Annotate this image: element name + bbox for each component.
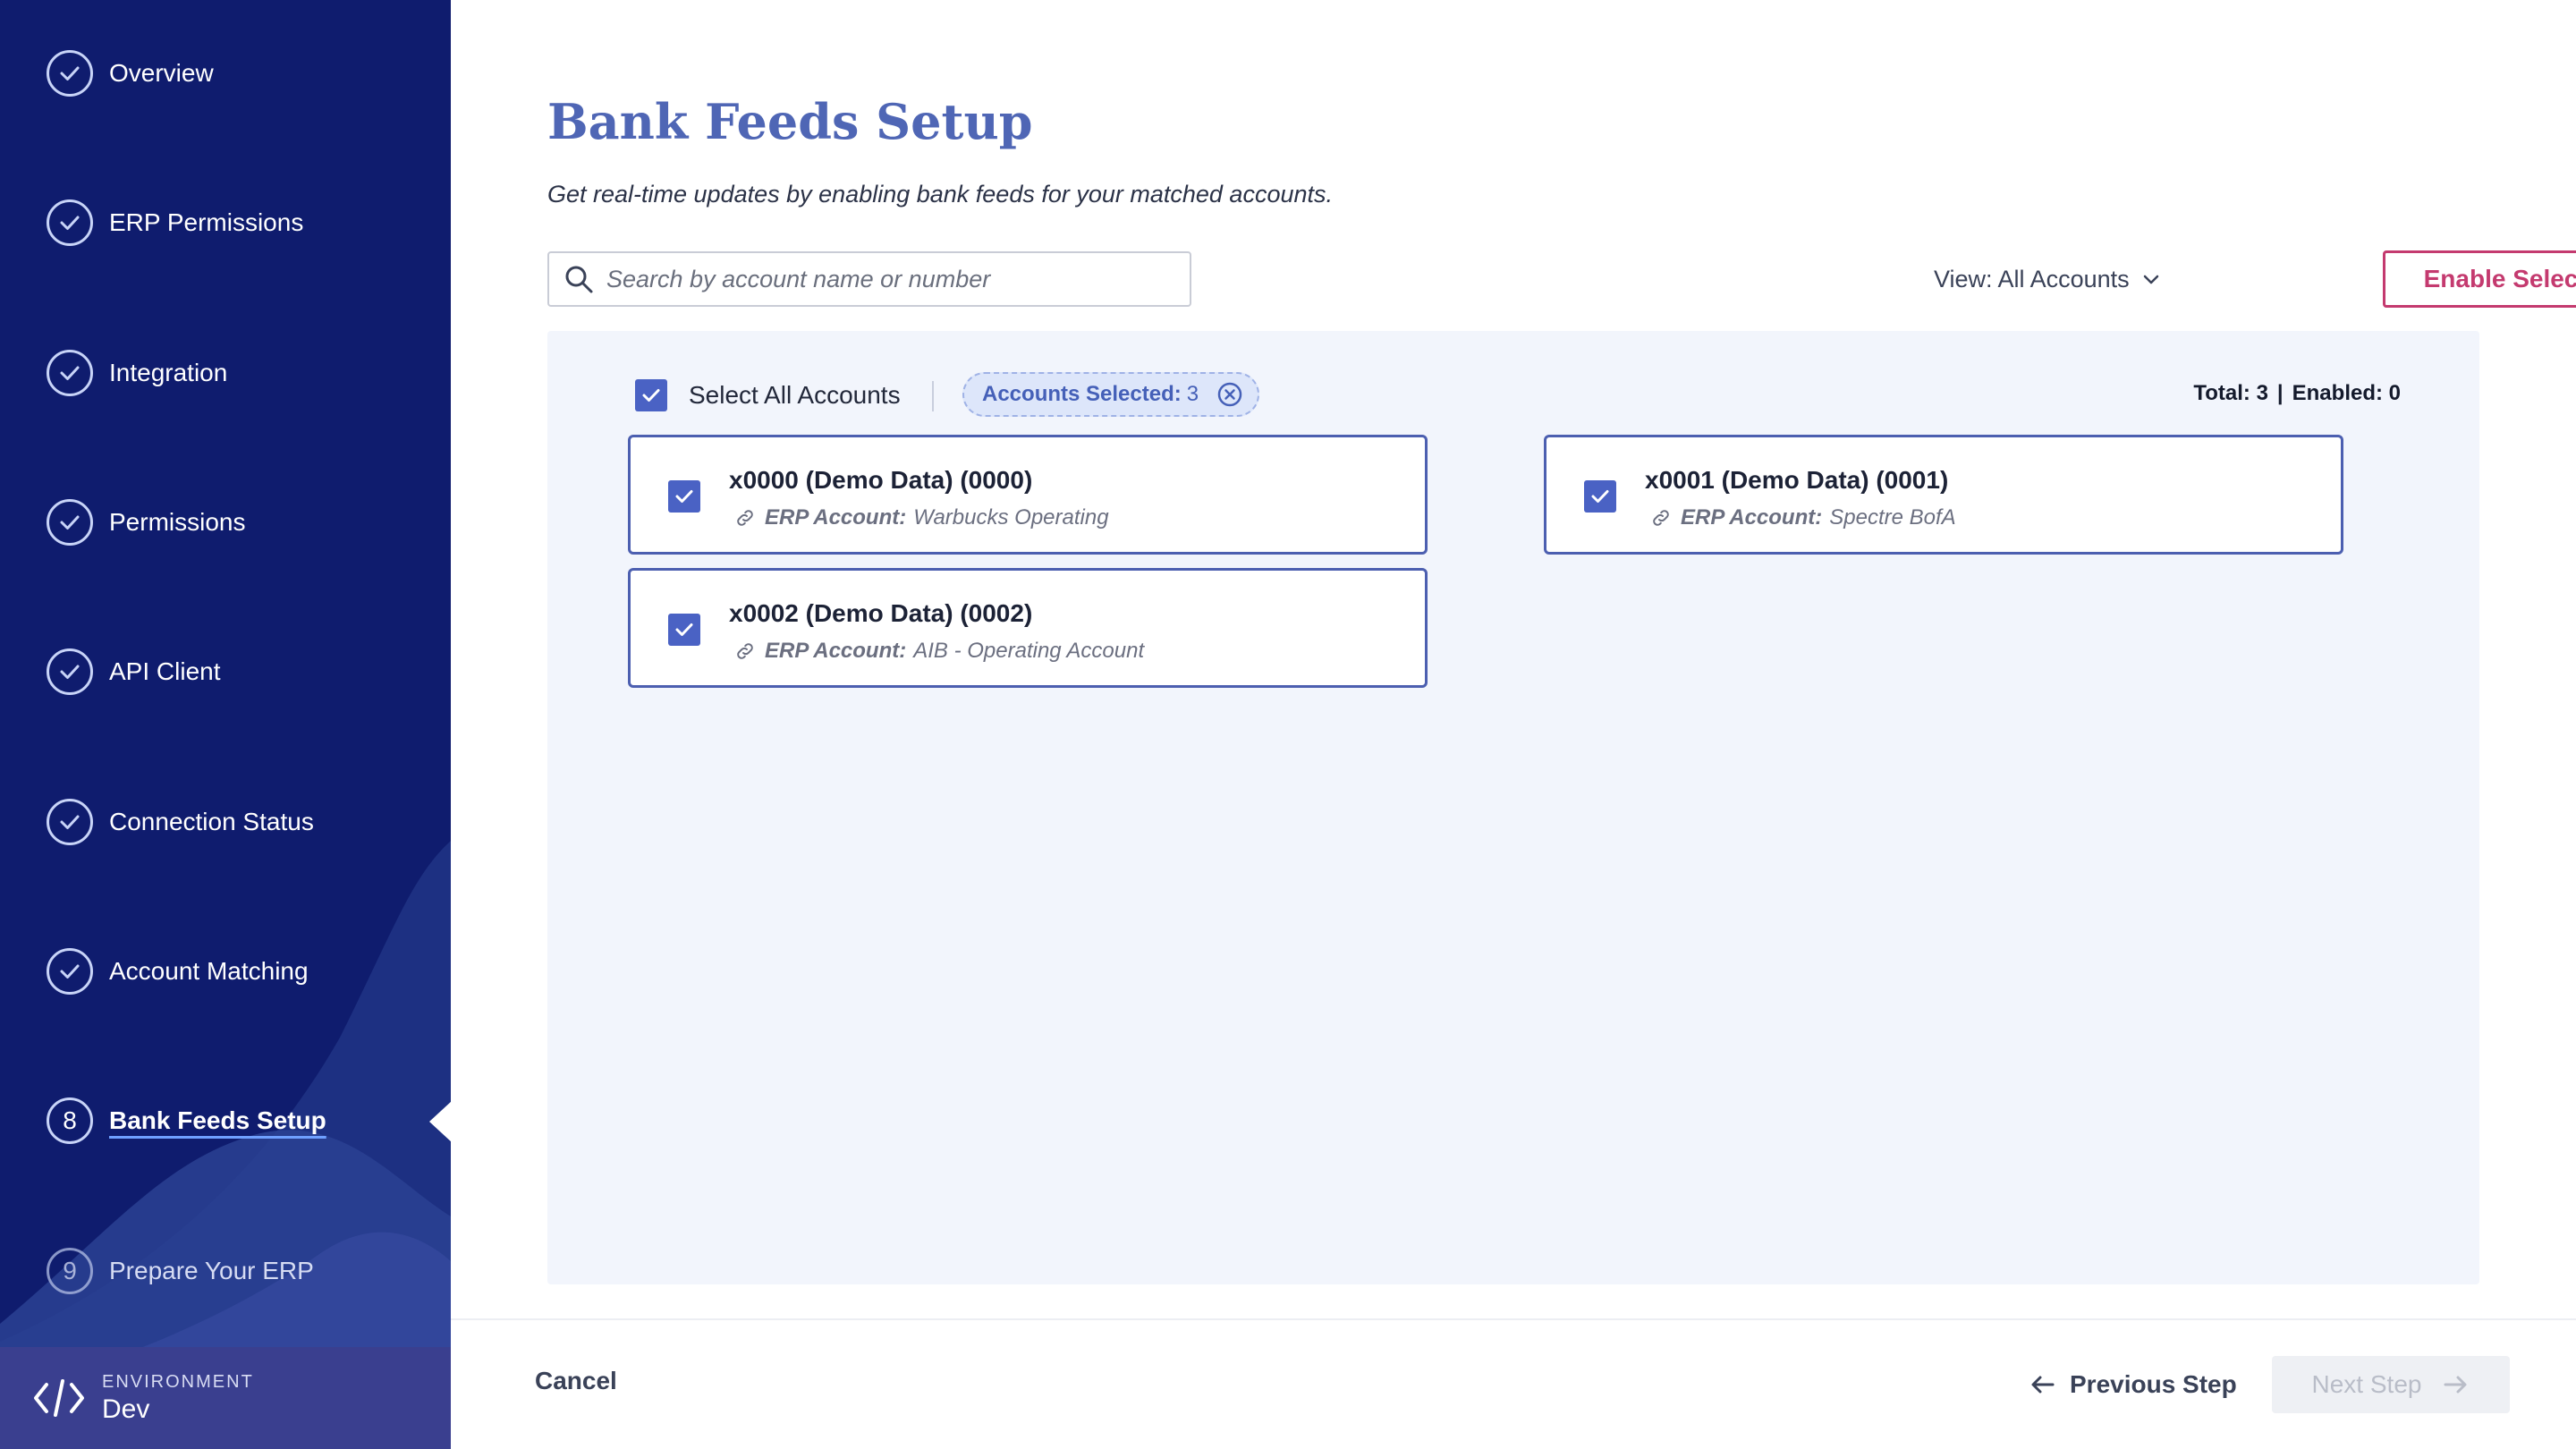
select-all-label: Select All Accounts — [689, 381, 901, 409]
accounts-selected-chip: Accounts Selected: 3 — [962, 372, 1260, 417]
active-step-pointer — [429, 1100, 451, 1143]
sidebar-item-label: Permissions — [109, 508, 246, 536]
check-icon — [47, 350, 93, 396]
erp-account-value: AIB - Operating Account — [913, 639, 1145, 663]
erp-account-line: ERP Account: Spectre BofA — [1650, 505, 1956, 530]
environment-text: ENVIRONMENT Dev — [102, 1372, 254, 1425]
total-count: Total: 3 — [2193, 381, 2268, 405]
account-card[interactable]: x0000 (Demo Data) (0000) ERP Account: Wa… — [628, 435, 1428, 555]
link-icon — [737, 510, 753, 526]
account-name: x0001 (Demo Data) (0001) — [1645, 466, 1949, 494]
select-all-checkbox[interactable]: Select All Accounts — [635, 377, 901, 413]
check-icon — [47, 199, 93, 246]
enabled-count: Enabled: 0 — [2292, 381, 2401, 405]
sidebar-item-label: Prepare Your ERP — [109, 1257, 314, 1284]
search-icon — [565, 266, 593, 293]
environment-caption: ENVIRONMENT — [102, 1371, 254, 1392]
erp-account-key: ERP Account: — [1681, 505, 1823, 530]
step-number-badge: 9 — [47, 1248, 93, 1294]
erp-account-value: Warbucks Operating — [913, 505, 1109, 530]
erp-account-key: ERP Account: — [765, 639, 907, 663]
erp-account-line: ERP Account: Warbucks Operating — [734, 505, 1109, 530]
chevron-down-icon — [2143, 275, 2158, 284]
sidebar-item-integration[interactable]: Integration — [47, 346, 227, 400]
sidebar-item-label: Bank Feeds Setup — [109, 1106, 326, 1134]
clear-selection-icon[interactable] — [1216, 381, 1243, 408]
accounts-panel: Select All Accounts Accounts Selected: 3… — [547, 331, 2479, 1284]
previous-step-button[interactable]: Previous Step — [2029, 1360, 2237, 1410]
environment-value: Dev — [102, 1394, 150, 1424]
erp-account-line: ERP Account: AIB - Operating Account — [734, 639, 1144, 664]
code-icon — [34, 1379, 84, 1417]
check-icon — [47, 648, 93, 695]
page-title: Bank Feeds Setup — [547, 93, 1033, 150]
next-step-label: Next Step — [2311, 1370, 2422, 1398]
check-icon — [47, 948, 93, 995]
sidebar-item-label: Overview — [109, 59, 214, 87]
account-name: x0000 (Demo Data) (0000) — [729, 466, 1033, 494]
sidebar: Overview ERP Permissions Integration Per… — [0, 0, 451, 1449]
check-icon — [47, 799, 93, 845]
chip-label: Accounts Selected: — [982, 382, 1182, 406]
step-number: 8 — [63, 1106, 77, 1134]
page-subtitle: Get real-time updates by enabling bank f… — [547, 181, 1334, 208]
erp-account-value: Spectre BofA — [1829, 505, 1956, 530]
sidebar-item-api-client[interactable]: API Client — [47, 645, 221, 699]
totals-summary: Total: 3 | Enabled: 0 — [2193, 381, 2401, 406]
checkbox-checked-icon — [635, 379, 667, 411]
sidebar-item-bank-feeds-setup[interactable]: 8 Bank Feeds Setup — [47, 1094, 326, 1148]
arrow-right-icon — [2444, 1376, 2467, 1394]
sidebar-item-label: ERP Permissions — [109, 208, 304, 236]
checkbox-checked-icon[interactable] — [1584, 480, 1616, 513]
link-icon — [1653, 510, 1669, 526]
check-icon — [47, 499, 93, 546]
enable-selected-button[interactable]: Enable Selected — [2383, 250, 2576, 308]
sidebar-item-permissions[interactable]: Permissions — [47, 496, 245, 549]
cancel-button[interactable]: Cancel — [535, 1367, 617, 1395]
checkbox-checked-icon[interactable] — [668, 480, 700, 513]
step-number: 9 — [63, 1257, 77, 1284]
sidebar-item-connection-status[interactable]: Connection Status — [47, 795, 314, 849]
checkbox-checked-icon[interactable] — [668, 614, 700, 646]
sidebar-item-label: Integration — [109, 359, 228, 386]
sidebar-item-account-matching[interactable]: Account Matching — [47, 945, 309, 998]
account-card[interactable]: x0001 (Demo Data) (0001) ERP Account: Sp… — [1544, 435, 2343, 555]
totals-separator: | — [2276, 381, 2284, 405]
arrow-left-icon — [2031, 1376, 2055, 1394]
check-icon — [47, 50, 93, 97]
sidebar-item-label: API Client — [109, 657, 221, 685]
main-content: Bank Feeds Setup Get real-time updates b… — [451, 0, 2576, 1449]
sidebar-item-erp-permissions[interactable]: ERP Permissions — [47, 196, 303, 250]
sidebar-item-overview[interactable]: Overview — [47, 47, 214, 100]
sidebar-item-prepare-your-erp[interactable]: 9 Prepare Your ERP — [47, 1244, 314, 1298]
footer-divider — [451, 1318, 2576, 1320]
account-card[interactable]: x0002 (Demo Data) (0002) ERP Account: AI… — [628, 568, 1428, 688]
previous-step-label: Previous Step — [2070, 1370, 2237, 1398]
step-number-badge: 8 — [47, 1097, 93, 1144]
search-box — [547, 251, 1191, 307]
view-filter-dropdown[interactable]: View: All Accounts — [1934, 259, 2162, 299]
link-icon — [737, 643, 753, 659]
sidebar-item-label: Connection Status — [109, 808, 314, 835]
view-filter-label: View: All Accounts — [1934, 265, 2130, 292]
sidebar-item-label: Account Matching — [109, 957, 309, 985]
divider — [932, 381, 934, 411]
environment-indicator: ENVIRONMENT Dev — [0, 1347, 451, 1449]
chip-count: 3 — [1186, 382, 1199, 406]
account-name: x0002 (Demo Data) (0002) — [729, 599, 1033, 627]
next-step-button[interactable]: Next Step — [2272, 1356, 2510, 1413]
search-input[interactable] — [606, 265, 1161, 293]
erp-account-key: ERP Account: — [765, 505, 907, 530]
